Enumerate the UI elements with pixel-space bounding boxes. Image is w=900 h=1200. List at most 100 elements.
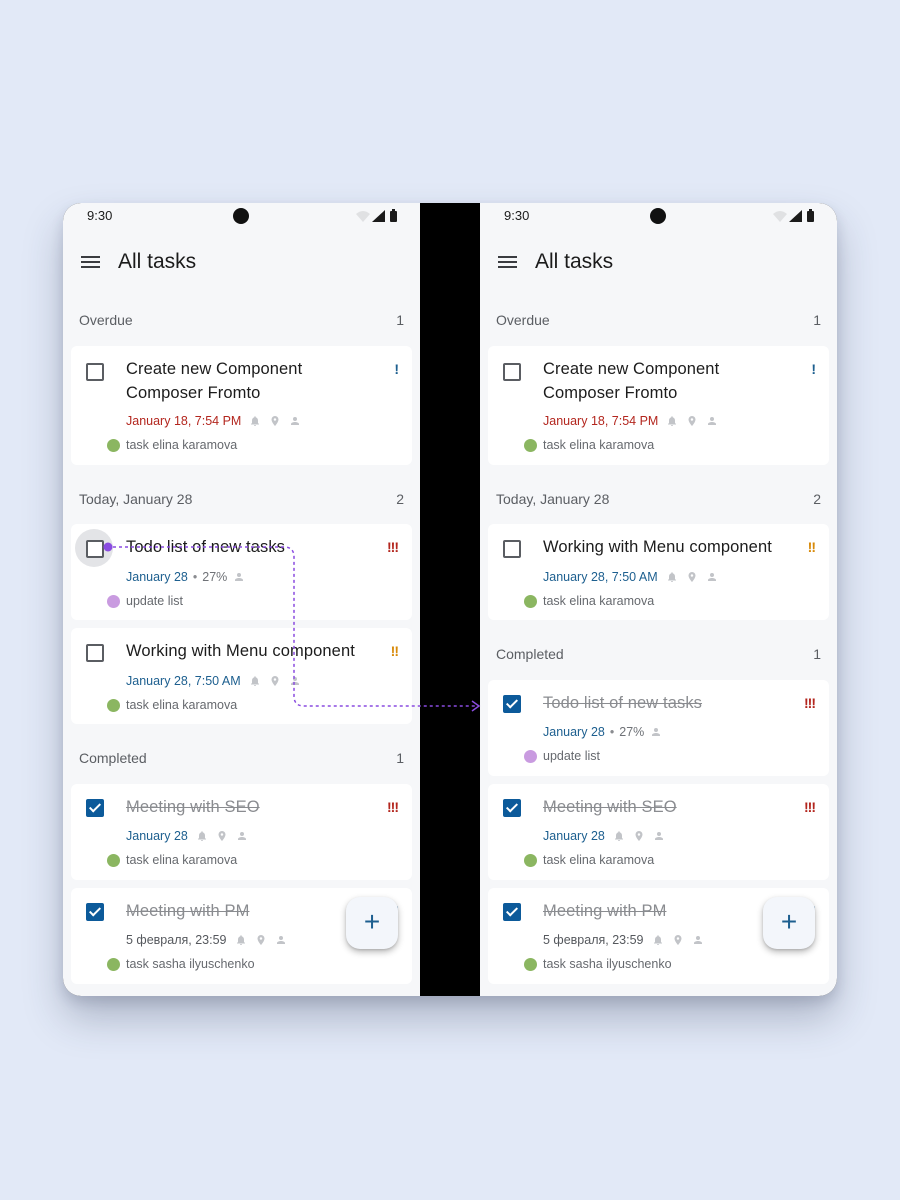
task-checkbox[interactable] xyxy=(503,540,521,558)
task-card[interactable]: Create new Component Composer Fromto ! J… xyxy=(488,346,829,465)
section-count: 1 xyxy=(396,312,404,328)
task-card[interactable]: Todo list of new tasks !!! January 28 • … xyxy=(71,524,412,620)
task-title: Working with Menu component xyxy=(543,538,772,556)
person-icon xyxy=(275,934,287,946)
task-tag: task elina karamova xyxy=(524,852,654,868)
section-count: 2 xyxy=(396,491,404,507)
person-icon xyxy=(650,726,662,738)
tag-color-dot xyxy=(107,957,120,971)
task-meta: 5 февраля, 23:59 xyxy=(543,932,704,948)
person-icon xyxy=(692,934,704,946)
battery-icon xyxy=(807,211,814,222)
task-card[interactable]: Working with Menu component !! January 2… xyxy=(71,628,412,724)
task-card[interactable]: Meeting with SEO !!! January 28 task eli… xyxy=(71,784,412,880)
section-overdue: Overdue 1 xyxy=(480,310,837,330)
task-tag: update list xyxy=(524,748,600,764)
priority-indicator: !!! xyxy=(387,799,399,815)
left-screen: 9:30 All tasks Overdue 1 Create new Comp… xyxy=(63,203,420,996)
task-meta: January 28, 7:50 AM xyxy=(126,673,301,689)
tag-label: task elina karamova xyxy=(126,438,238,452)
task-title: Todo list of new tasks xyxy=(543,694,703,712)
task-meta: January 28, 7:50 AM xyxy=(543,569,718,585)
task-meta: January 28 • 27% xyxy=(543,724,662,740)
tag-label: task elina karamova xyxy=(126,853,238,867)
tag-label: task elina karamova xyxy=(126,698,238,712)
task-date: January 28, 7:50 AM xyxy=(543,570,658,584)
task-checkbox[interactable] xyxy=(86,644,104,662)
tag-color-dot xyxy=(107,853,120,867)
tag-color-dot xyxy=(107,698,120,712)
person-icon xyxy=(653,830,665,842)
location-icon xyxy=(269,415,281,427)
section-today: Today, January 28 2 xyxy=(63,489,420,509)
location-icon xyxy=(672,934,684,946)
tag-label: update list xyxy=(126,594,183,608)
location-icon xyxy=(269,675,281,687)
task-meta: January 28 xyxy=(126,828,248,844)
task-meta: January 18, 7:54 PM xyxy=(126,413,301,429)
task-tag: task elina karamova xyxy=(107,697,238,713)
task-tag: task sasha ilyuschenko xyxy=(107,956,255,972)
bell-icon xyxy=(249,675,261,687)
task-checkbox[interactable] xyxy=(86,799,104,817)
priority-indicator: !! xyxy=(807,539,816,555)
person-icon xyxy=(706,571,718,583)
status-icons xyxy=(773,209,814,222)
person-icon xyxy=(289,415,301,427)
task-checkbox[interactable] xyxy=(503,799,521,817)
priority-indicator: ! xyxy=(394,361,399,377)
task-card[interactable]: Todo list of new tasks !!! January 28 • … xyxy=(488,680,829,776)
task-checkbox[interactable] xyxy=(503,903,521,921)
section-label: Overdue xyxy=(79,312,133,328)
task-date: January 28 xyxy=(543,725,605,739)
task-tag: task elina karamova xyxy=(107,437,238,453)
status-time: 9:30 xyxy=(504,208,530,223)
task-card[interactable]: Working with Menu component !! January 2… xyxy=(488,524,829,620)
section-label: Completed xyxy=(496,646,564,662)
camera-cutout xyxy=(650,208,666,224)
task-meta: January 28 xyxy=(543,828,665,844)
add-task-fab[interactable]: + xyxy=(346,897,398,949)
tag-label: task sasha ilyuschenko xyxy=(543,957,672,971)
task-title: Meeting with PM xyxy=(126,902,250,920)
priority-indicator: ! xyxy=(811,361,816,377)
bell-icon xyxy=(249,415,261,427)
section-label: Overdue xyxy=(496,312,550,328)
bell-icon xyxy=(235,934,247,946)
location-icon xyxy=(633,830,645,842)
task-title: Meeting with SEO xyxy=(126,798,260,816)
menu-icon[interactable] xyxy=(81,252,101,272)
location-icon xyxy=(686,415,698,427)
signal-icon xyxy=(789,210,802,222)
add-task-fab[interactable]: + xyxy=(763,897,815,949)
tag-label: task sasha ilyuschenko xyxy=(126,957,255,971)
section-count: 1 xyxy=(396,750,404,766)
task-checkbox[interactable] xyxy=(86,540,104,558)
section-completed: Completed 1 xyxy=(480,644,837,664)
task-title: Working with Menu component xyxy=(126,642,355,660)
priority-indicator: !! xyxy=(390,643,399,659)
signal-icon xyxy=(372,210,385,222)
battery-icon xyxy=(390,211,397,222)
tag-color-dot xyxy=(524,749,537,763)
section-label: Today, January 28 xyxy=(496,491,610,507)
task-checkbox[interactable] xyxy=(86,903,104,921)
task-tag: update list xyxy=(107,593,183,609)
section-label: Today, January 28 xyxy=(79,491,193,507)
bell-icon xyxy=(196,830,208,842)
task-date: January 28 xyxy=(543,829,605,843)
task-card[interactable]: Meeting with SEO !!! January 28 task eli… xyxy=(488,784,829,880)
task-checkbox[interactable] xyxy=(86,363,104,381)
section-completed: Completed 1 xyxy=(63,748,420,768)
task-checkbox[interactable] xyxy=(503,695,521,713)
tag-color-dot xyxy=(107,438,120,452)
menu-icon[interactable] xyxy=(498,252,518,272)
task-date: January 28, 7:50 AM xyxy=(126,674,241,688)
wifi-icon xyxy=(773,211,787,222)
section-overdue: Overdue 1 xyxy=(63,310,420,330)
person-icon xyxy=(236,830,248,842)
task-card[interactable]: Create new Component Composer Fromto ! J… xyxy=(71,346,412,465)
task-checkbox[interactable] xyxy=(503,363,521,381)
separator-dot: • xyxy=(609,725,615,739)
bell-icon xyxy=(666,571,678,583)
